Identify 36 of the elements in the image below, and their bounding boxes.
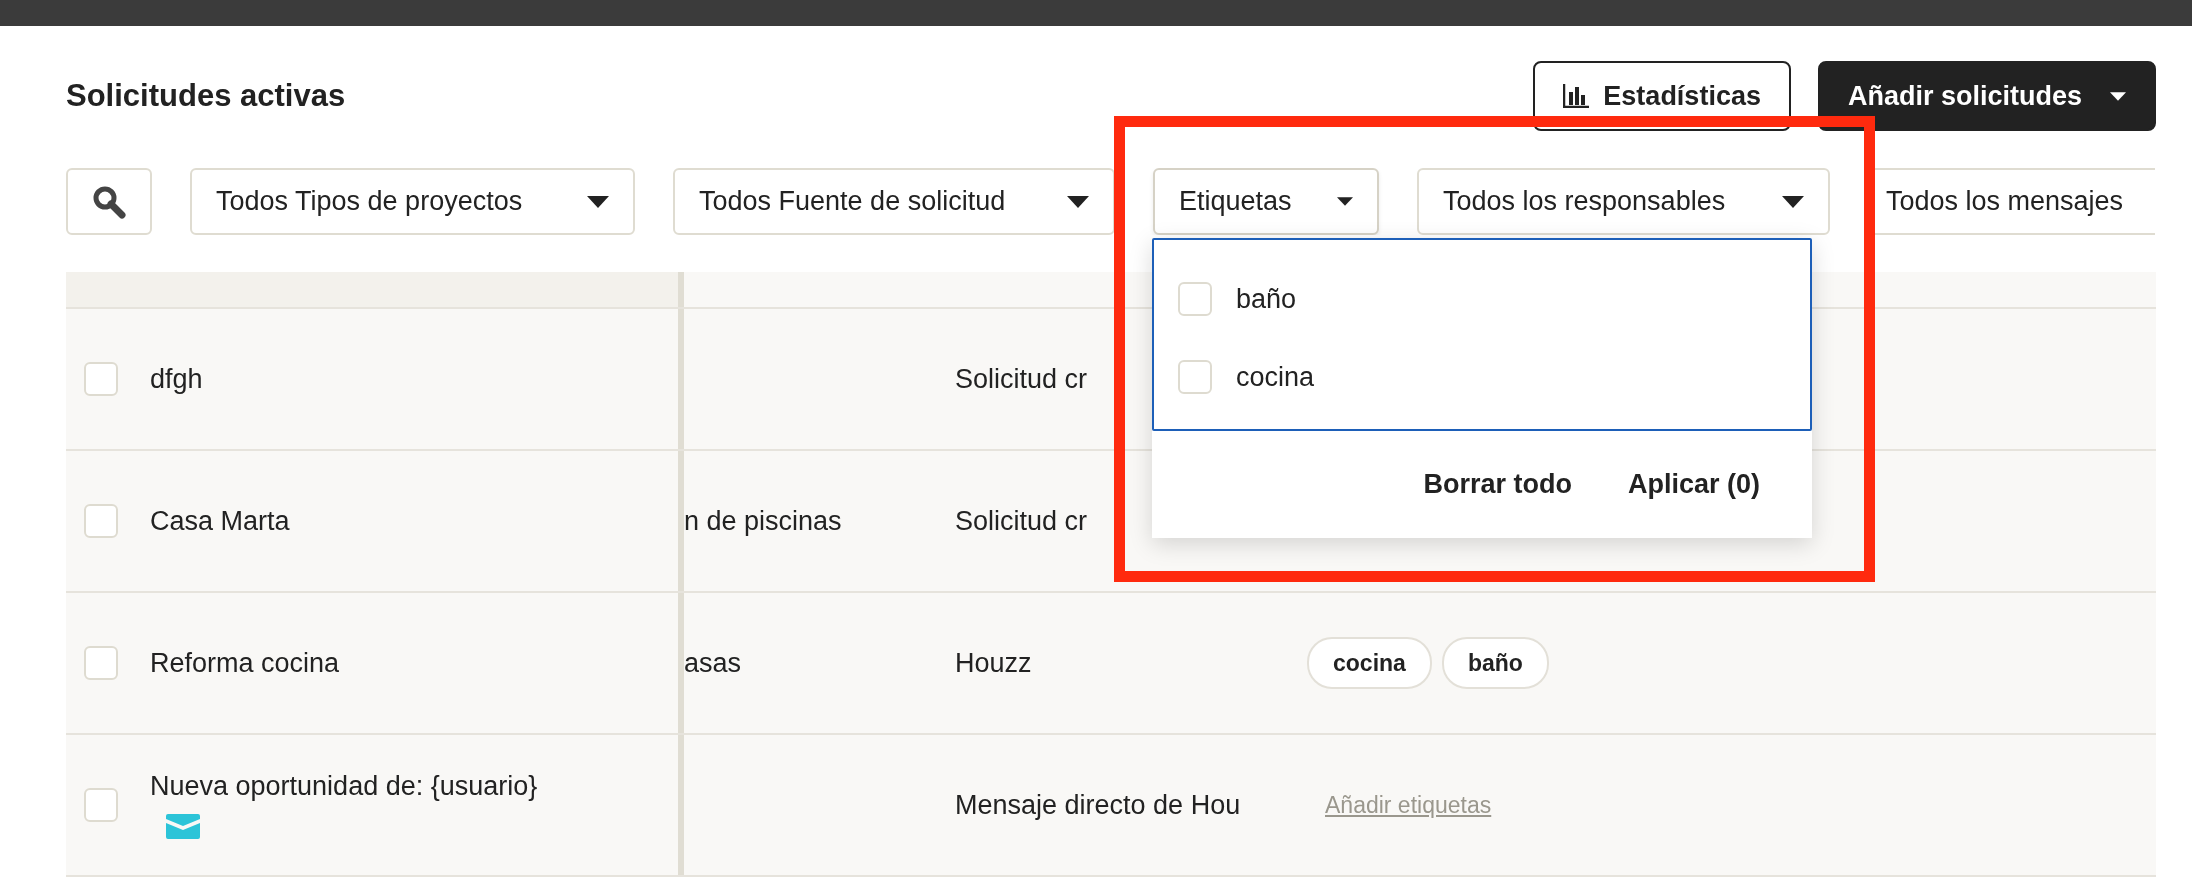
clear-all-button[interactable]: Borrar todo — [1423, 469, 1572, 500]
option-checkbox[interactable] — [1178, 282, 1212, 316]
page-title: Solicitudes activas — [66, 78, 346, 114]
option-label[interactable]: cocina — [1236, 361, 1315, 393]
filter-dropdown[interactable]: Todos Fuente de solicitud — [673, 168, 1115, 235]
option-checkbox[interactable] — [1178, 360, 1212, 394]
filter-dropdown[interactable]: Todos los responsables — [1417, 168, 1830, 235]
tag: baño — [1441, 637, 1549, 689]
caret-icon — [587, 195, 609, 208]
option-label[interactable]: baño — [1236, 283, 1297, 315]
request-name: Reforma cocina — [150, 647, 340, 679]
request-name: dfgh — [150, 363, 203, 395]
tag: cocina — [1307, 637, 1432, 689]
caret-icon — [1337, 197, 1353, 206]
filter-dropdown[interactable]: Etiquetas — [1153, 168, 1379, 235]
row-checkbox[interactable] — [84, 504, 118, 538]
table-cell: Solicitud cr — [955, 363, 1088, 395]
caret-icon — [2110, 91, 2126, 101]
request-name: Casa Marta — [150, 505, 290, 537]
apply-button[interactable]: Aplicar (0) — [1627, 469, 1760, 500]
table-cell: Mensaje directo de Hou — [955, 789, 1241, 821]
table-cell: n de piscinas — [684, 505, 842, 537]
search-button[interactable] — [66, 168, 152, 235]
caret-icon — [1782, 195, 1804, 208]
row-checkbox[interactable] — [84, 362, 118, 396]
search-icon — [92, 184, 126, 219]
row-checkbox[interactable] — [84, 788, 118, 822]
table-cell: Solicitud cr — [955, 505, 1088, 537]
request-name: Nueva oportunidad de: {usuario} — [150, 771, 538, 802]
add-requests-button[interactable]: Añadir solicitudes — [1817, 61, 2156, 131]
row-checkbox[interactable] — [84, 646, 118, 680]
filter-dropdown[interactable]: Todos Tipos de proyectos — [190, 168, 635, 235]
caret-icon — [1067, 195, 1089, 208]
bar-chart-icon — [1563, 84, 1590, 108]
table-cell: asas — [684, 647, 742, 679]
table-cell: Houzz — [955, 647, 1032, 679]
